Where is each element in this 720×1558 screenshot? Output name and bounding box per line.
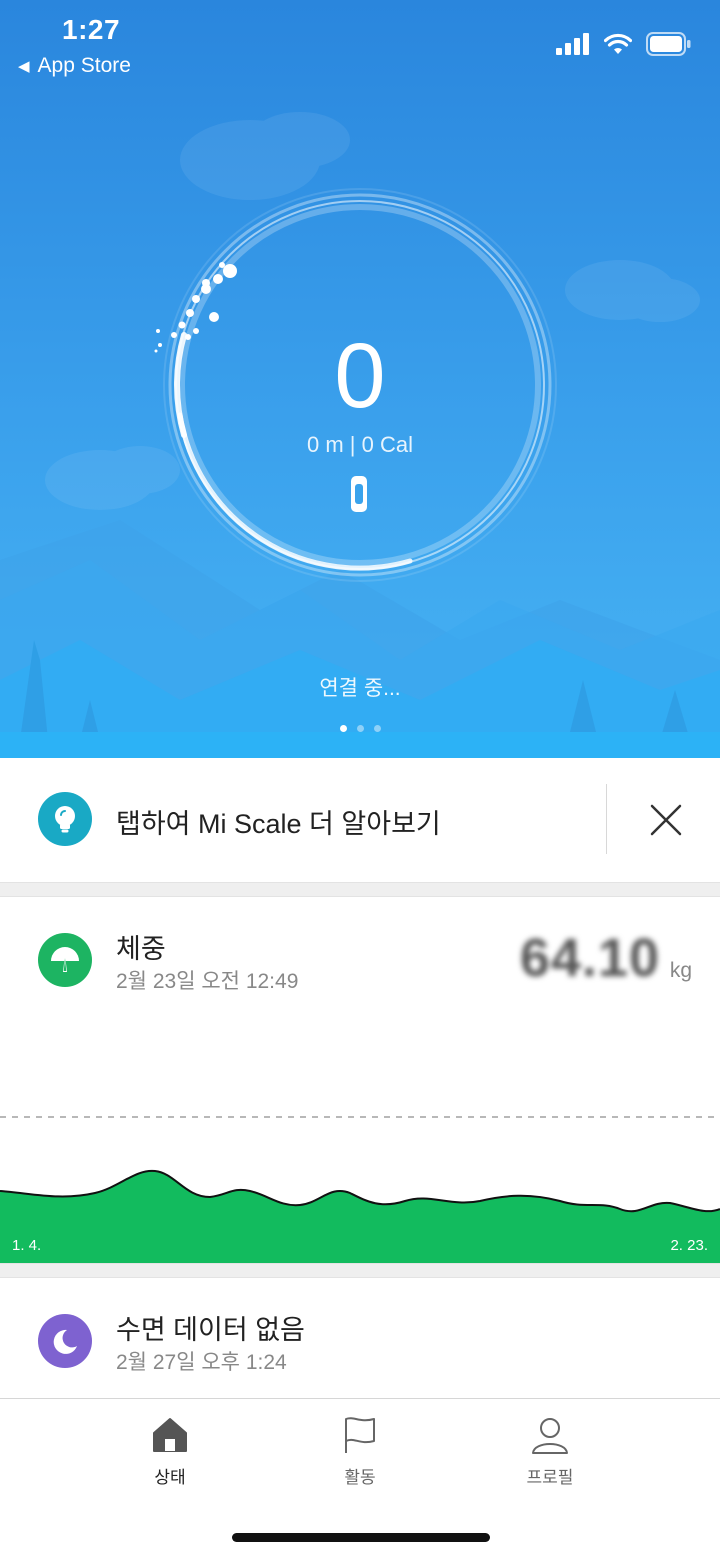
home-icon xyxy=(153,1418,187,1452)
divider xyxy=(606,784,607,854)
back-to-app-store[interactable]: ◀ App Store xyxy=(18,54,131,78)
profile-icon xyxy=(532,1418,568,1454)
sleep-title: 수면 데이터 없음 xyxy=(116,1315,305,1345)
tab-status[interactable]: 상태 xyxy=(110,1415,230,1488)
weight-date: 2월 23일 오전 12:49 xyxy=(116,970,299,993)
mi-band-icon xyxy=(351,476,367,512)
page-dot xyxy=(339,725,347,732)
svg-text:z: z xyxy=(67,1334,71,1343)
close-icon[interactable] xyxy=(646,800,686,840)
clock-time: 1:27 xyxy=(62,14,121,45)
sleep-date: 2월 27일 오후 1:24 xyxy=(116,1351,287,1374)
tab-label: 프로필 xyxy=(526,1468,574,1487)
flag-icon xyxy=(345,1417,375,1453)
sleep-card[interactable]: z 수면 데이터 없음 2월 27일 오후 1:24 xyxy=(0,1278,720,1398)
page-dot xyxy=(373,725,381,732)
page-indicator xyxy=(0,725,720,732)
lightbulb-icon xyxy=(38,792,92,846)
weight-card[interactable]: 체중 2월 23일 오전 12:49 64.10 kg 1. 4. 2. 23. xyxy=(0,897,720,1263)
weight-title: 체중 xyxy=(116,934,166,964)
battery-icon xyxy=(646,32,691,56)
tab-label: 상태 xyxy=(154,1468,186,1487)
page-dot xyxy=(356,725,364,732)
mi-scale-tip-card[interactable]: 탭하여 Mi Scale 더 알아보기 xyxy=(0,758,720,882)
chart-start-date: 1. 4. xyxy=(12,1237,42,1254)
status-bar: 1:27 ◀ App Store xyxy=(0,0,720,90)
section-gap xyxy=(0,882,720,897)
scale-gauge-icon xyxy=(38,933,92,987)
weight-value-blurred: 64.10 xyxy=(519,928,660,988)
hero-panel[interactable]: 1:27 ◀ App Store 0 0 m | 0 Cal 연결 중... xyxy=(0,0,720,758)
back-arrow-icon: ◀ xyxy=(18,58,30,75)
step-count: 0 xyxy=(334,325,386,427)
tip-text: 탭하여 Mi Scale 더 알아보기 xyxy=(116,809,441,839)
sleep-moon-icon: z xyxy=(38,1314,92,1368)
bottom-tab-bar: 상태 활동 프로필 xyxy=(0,1398,720,1558)
weight-trend-chart[interactable] xyxy=(0,1097,720,1263)
weight-unit: kg xyxy=(669,959,692,982)
wifi-icon xyxy=(604,33,632,54)
tab-profile[interactable]: 프로필 xyxy=(490,1415,610,1488)
tab-activity[interactable]: 활동 xyxy=(300,1415,420,1488)
chart-end-date: 2. 23. xyxy=(670,1237,708,1254)
tab-label: 활동 xyxy=(344,1468,376,1487)
distance-calories: 0 m | 0 Cal xyxy=(307,432,413,457)
section-gap xyxy=(0,1263,720,1278)
status-icons xyxy=(556,32,692,56)
cellular-signal-icon xyxy=(556,33,589,55)
connection-status: 연결 중... xyxy=(319,677,401,700)
home-indicator[interactable] xyxy=(232,1533,490,1542)
back-label: App Store xyxy=(37,54,131,77)
